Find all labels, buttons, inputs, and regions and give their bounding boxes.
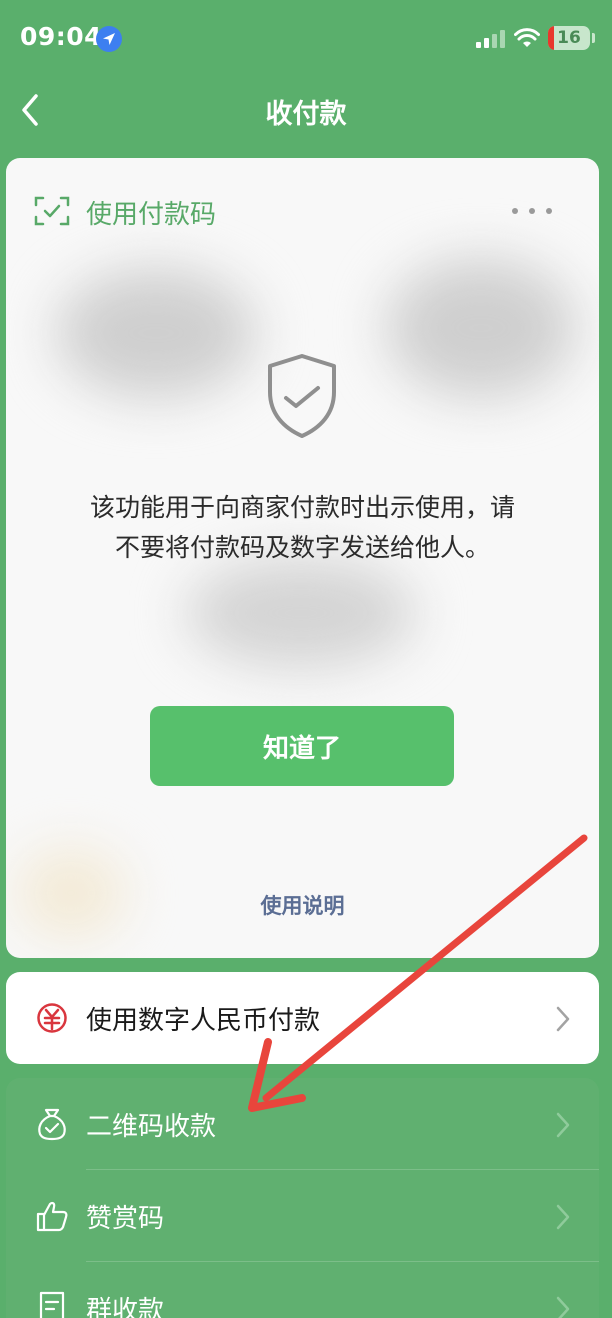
usage-instructions-link[interactable]: 使用说明 (6, 890, 599, 920)
nav-bar: 收付款 (0, 78, 612, 142)
more-dot (546, 208, 552, 214)
battery-level-text: 16 (557, 28, 581, 48)
yuan-circle-icon (37, 1003, 67, 1033)
list-item-label: 群收款 (86, 1296, 165, 1318)
blurred-barcode (386, 258, 576, 398)
scan-frame-check-icon (34, 196, 70, 226)
collection-options-list: 二维码收款 赞赏码 群收款 (6, 1078, 599, 1318)
list-item-qrcode-collect[interactable]: 二维码收款 (6, 1078, 599, 1170)
blurred-barcode (56, 268, 256, 398)
list-item-label: 赞赏码 (86, 1204, 165, 1234)
list-item-reward-code[interactable]: 赞赏码 (6, 1170, 599, 1262)
payment-code-card: 使用付款码 该功能用于向商家付款时出示使用，请 不要将付款码及数字发送给他人。 … (6, 158, 599, 958)
cellular-signal-icon (476, 30, 505, 48)
status-bar: 09:04 16 (0, 0, 612, 78)
thumbs-up-icon (36, 1201, 68, 1232)
chevron-right-icon (556, 1112, 570, 1138)
more-options-button[interactable] (512, 196, 552, 226)
got-it-button[interactable]: 知道了 (150, 706, 454, 786)
list-item-label: 二维码收款 (86, 1112, 217, 1142)
payment-code-title[interactable]: 使用付款码 (86, 194, 216, 231)
battery-tip (592, 33, 595, 43)
wifi-icon (514, 28, 540, 47)
chevron-right-icon (556, 1204, 570, 1230)
page-title: 收付款 (265, 99, 347, 130)
battery-icon: 16 (548, 26, 590, 50)
more-dots-icon (512, 208, 518, 214)
security-notice-line: 该功能用于向商家付款时出示使用，请 (89, 493, 515, 522)
shield-check-icon (268, 354, 336, 438)
status-time: 09:04 (20, 22, 103, 51)
money-bag-icon (38, 1108, 66, 1141)
list-item-group-collect[interactable]: 群收款 (6, 1262, 599, 1318)
chevron-right-icon (556, 1296, 570, 1318)
digital-rmb-payment-row[interactable]: 使用数字人民币付款 (6, 972, 599, 1064)
receipt-icon (39, 1291, 65, 1318)
more-dot (529, 208, 535, 214)
digital-rmb-label: 使用数字人民币付款 (86, 1006, 321, 1036)
chevron-right-icon (556, 1006, 570, 1032)
security-notice: 该功能用于向商家付款时出示使用，请 不要将付款码及数字发送给他人。 (46, 488, 559, 568)
security-notice-line: 不要将付款码及数字发送给他人。 (114, 533, 490, 562)
blurred-qrcode (186, 558, 416, 668)
location-arrow-icon (96, 26, 122, 52)
